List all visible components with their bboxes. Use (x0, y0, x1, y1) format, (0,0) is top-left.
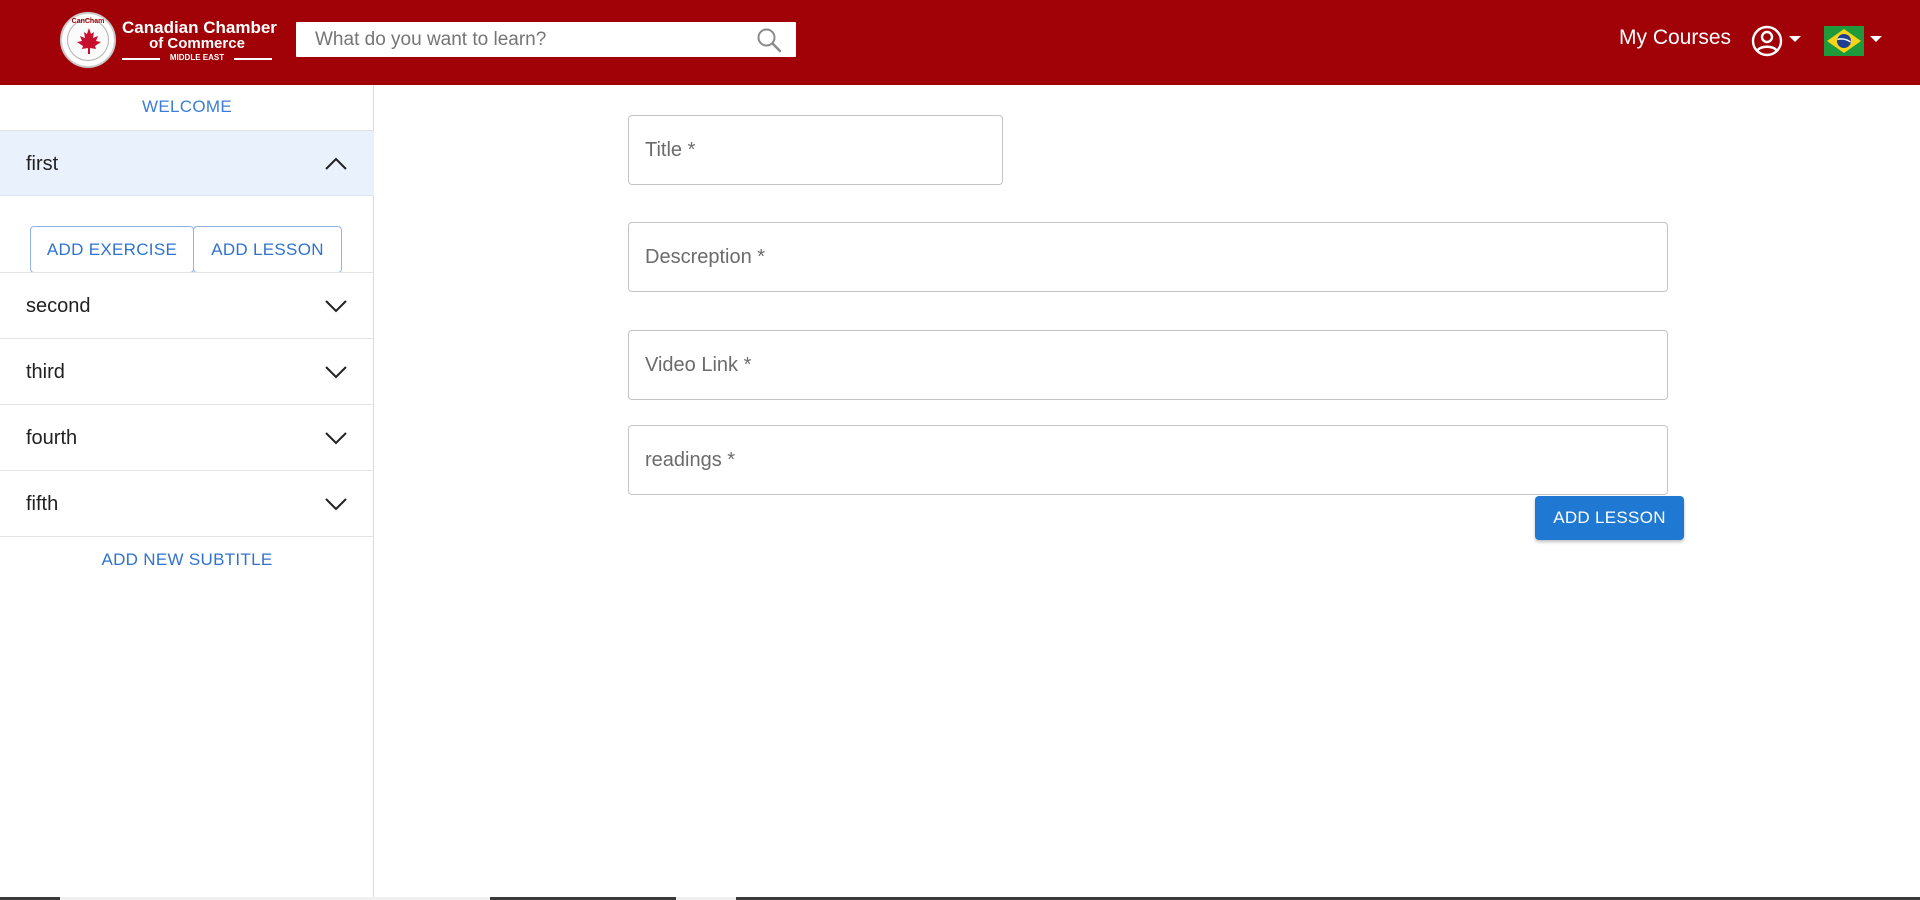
title-input[interactable] (629, 116, 1002, 184)
title-field (628, 115, 1003, 185)
account-menu-button[interactable] (1750, 24, 1802, 58)
brazil-flag-icon (1824, 26, 1864, 56)
course-outline-sidebar: WELCOME first ADD EXERCISE ADD LESSON se… (0, 85, 374, 900)
cancham-logo[interactable]: CanCham Canadian Chamber of Commerce MID… (58, 11, 277, 73)
description-input[interactable] (629, 223, 1667, 291)
readings-input[interactable] (629, 426, 1667, 494)
section-title: first (26, 153, 59, 175)
section-title: fourth (26, 427, 78, 449)
logo-seal: CanCham (60, 12, 116, 68)
section-second[interactable]: second (0, 272, 374, 338)
section-fourth[interactable]: fourth (0, 404, 374, 470)
readings-field (628, 425, 1668, 495)
my-courses-link[interactable]: My Courses (1619, 26, 1731, 50)
description-field (628, 222, 1668, 292)
caret-down-icon (1870, 36, 1882, 42)
add-exercise-button[interactable]: ADD EXERCISE (30, 226, 194, 273)
section-third[interactable]: third (0, 338, 374, 404)
chevron-down-icon[interactable] (324, 431, 348, 445)
account-circle-icon (1751, 25, 1783, 57)
section-title: third (26, 361, 65, 383)
top-app-bar: CanCham Canadian Chamber of Commerce MID… (0, 0, 1920, 85)
language-menu-button[interactable] (1824, 26, 1884, 58)
chevron-up-icon[interactable] (324, 157, 348, 171)
section-first[interactable]: first (0, 130, 374, 196)
logo-seal-text: CanCham (71, 18, 105, 25)
add-lesson-sidebar-button[interactable]: ADD LESSON (193, 226, 342, 273)
section-fifth[interactable]: fifth (0, 470, 374, 537)
section-header[interactable]: first (0, 131, 374, 195)
caret-down-icon (1789, 36, 1801, 42)
add-lesson-submit-button[interactable]: ADD LESSON (1535, 496, 1684, 540)
section-first-actions: ADD EXERCISE ADD LESSON (0, 196, 374, 273)
video-link-input[interactable] (629, 331, 1667, 399)
chevron-down-icon[interactable] (324, 299, 348, 313)
search-input[interactable] (296, 22, 736, 57)
logo-line-3: MIDDLE EAST (169, 53, 225, 62)
maple-leaf-icon (77, 28, 101, 54)
chevron-down-icon[interactable] (324, 497, 348, 511)
video-link-field (628, 330, 1668, 400)
search-bar (296, 22, 796, 57)
add-new-subtitle-button[interactable]: ADD NEW SUBTITLE (0, 537, 374, 582)
search-icon[interactable] (756, 27, 782, 53)
section-title: fifth (26, 493, 59, 515)
welcome-link[interactable]: WELCOME (0, 85, 374, 130)
logo-line-2: of Commerce (149, 35, 245, 52)
chevron-down-icon[interactable] (324, 365, 348, 379)
section-title: second (26, 295, 91, 317)
